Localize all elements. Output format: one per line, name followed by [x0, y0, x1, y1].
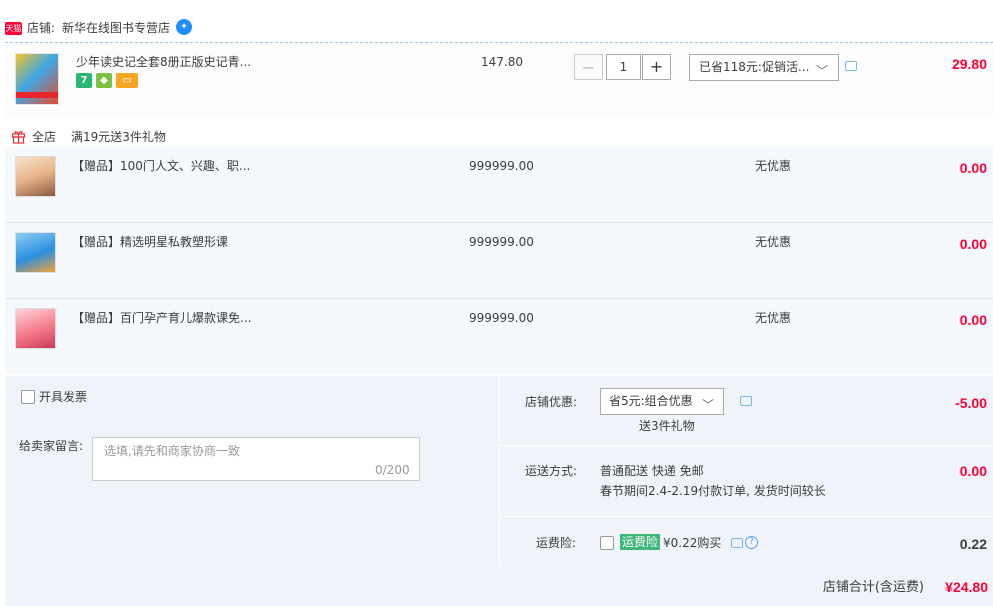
insurance-comment-icon[interactable] [731, 538, 743, 548]
quantity-input[interactable]: 1 [606, 54, 641, 80]
message-label: 给卖家留言: [19, 439, 84, 453]
unit-price: 147.80 [481, 55, 523, 69]
gift-price: 999999.00 [469, 311, 534, 325]
panel-divider [500, 516, 993, 517]
shipping-label: 运送方式: [525, 464, 578, 478]
message-char-count: 0/200 [375, 463, 410, 477]
shipping-method: 普通配送 快递 免邮 [600, 464, 704, 478]
quantity-decrease-button[interactable]: − [574, 54, 603, 80]
insurance-checkbox[interactable] [600, 536, 614, 550]
seven-day-return-icon[interactable]: 7 [76, 73, 92, 88]
gift-amount: 0.00 [959, 312, 987, 328]
gift-discount: 无优惠 [755, 311, 792, 325]
guarantee-icon[interactable]: ◆ [96, 73, 112, 88]
tmall-badge: 天猫 [5, 22, 22, 35]
promo-scope-label: 全店 [32, 130, 57, 144]
gift-amount: 0.00 [959, 160, 987, 176]
promo-comment-icon[interactable] [845, 61, 857, 71]
panel-divider [499, 376, 500, 564]
gift-icon [11, 131, 26, 144]
product-thumbnail[interactable] [15, 53, 59, 105]
help-icon[interactable]: ? [745, 536, 758, 549]
product-title-link[interactable]: 少年读史记全套8册正版史记青... [76, 54, 251, 70]
shop-discount-label: 店铺优惠: [525, 395, 578, 409]
gift-thumbnail[interactable] [15, 232, 56, 273]
quantity-increase-button[interactable]: + [642, 54, 671, 80]
card-payment-icon[interactable]: ▭ [116, 73, 138, 88]
insurance-amount: 0.22 [959, 536, 987, 552]
shop-discount-amount: -5.00 [955, 395, 987, 411]
shop-discount-select-value: 省5元:组合优惠 [609, 394, 693, 408]
insurance-label: 运费险: [536, 536, 577, 550]
gift-thumbnail[interactable] [15, 308, 56, 349]
shipping-note: 春节期间2.4-2.19付款订单, 发货时间较长 [600, 484, 826, 498]
chevron-down-icon: ﹀ [815, 64, 828, 78]
shop-name-link[interactable]: 新华在线图书专营店 [62, 19, 170, 37]
item-subtotal: 29.80 [951, 56, 987, 72]
insurance-price-text: ¥0.22购买 [663, 536, 722, 550]
chevron-down-icon: ﹀ [701, 398, 714, 412]
gift-amount: 0.00 [959, 236, 987, 252]
item-promo-select[interactable]: 已省118元:促销活... ﹀ [689, 54, 839, 81]
gift-price: 999999.00 [469, 159, 534, 173]
shop-discount-select[interactable]: 省5元:组合优惠 ﹀ [600, 388, 724, 415]
wangwang-chat-icon[interactable]: ✦ [176, 19, 192, 35]
message-placeholder: 选填,请先和商家协商一致 [104, 444, 240, 458]
gift-price: 999999.00 [469, 235, 534, 249]
discount-comment-icon[interactable] [740, 396, 752, 406]
item-promo-select-value: 已省118元:促销活... [699, 60, 810, 74]
insurance-tag: 运费险 [620, 534, 661, 550]
gift-title[interactable]: 【赠品】100门人文、兴趣、职... [72, 158, 250, 174]
panel-divider [500, 445, 993, 446]
shop-discount-note: 送3件礼物 [639, 419, 695, 433]
promo-description: 满19元送3件礼物 [71, 130, 166, 144]
shop-label: 店铺: [27, 21, 56, 35]
gift-title[interactable]: 【赠品】精选明星私教塑形课 [72, 234, 228, 250]
shop-total-amount: ¥24.80 [945, 579, 988, 595]
gift-title[interactable]: 【赠品】百门孕产育儿爆款课免... [72, 310, 251, 326]
gift-thumbnail[interactable] [15, 156, 56, 197]
shop-total-label: 店铺合计(含运费) [822, 580, 924, 595]
invoice-label[interactable]: 开具发票 [39, 389, 87, 405]
invoice-checkbox[interactable] [21, 390, 35, 404]
shipping-amount: 0.00 [959, 463, 987, 479]
gift-discount: 无优惠 [755, 159, 792, 173]
gift-discount: 无优惠 [755, 235, 792, 249]
